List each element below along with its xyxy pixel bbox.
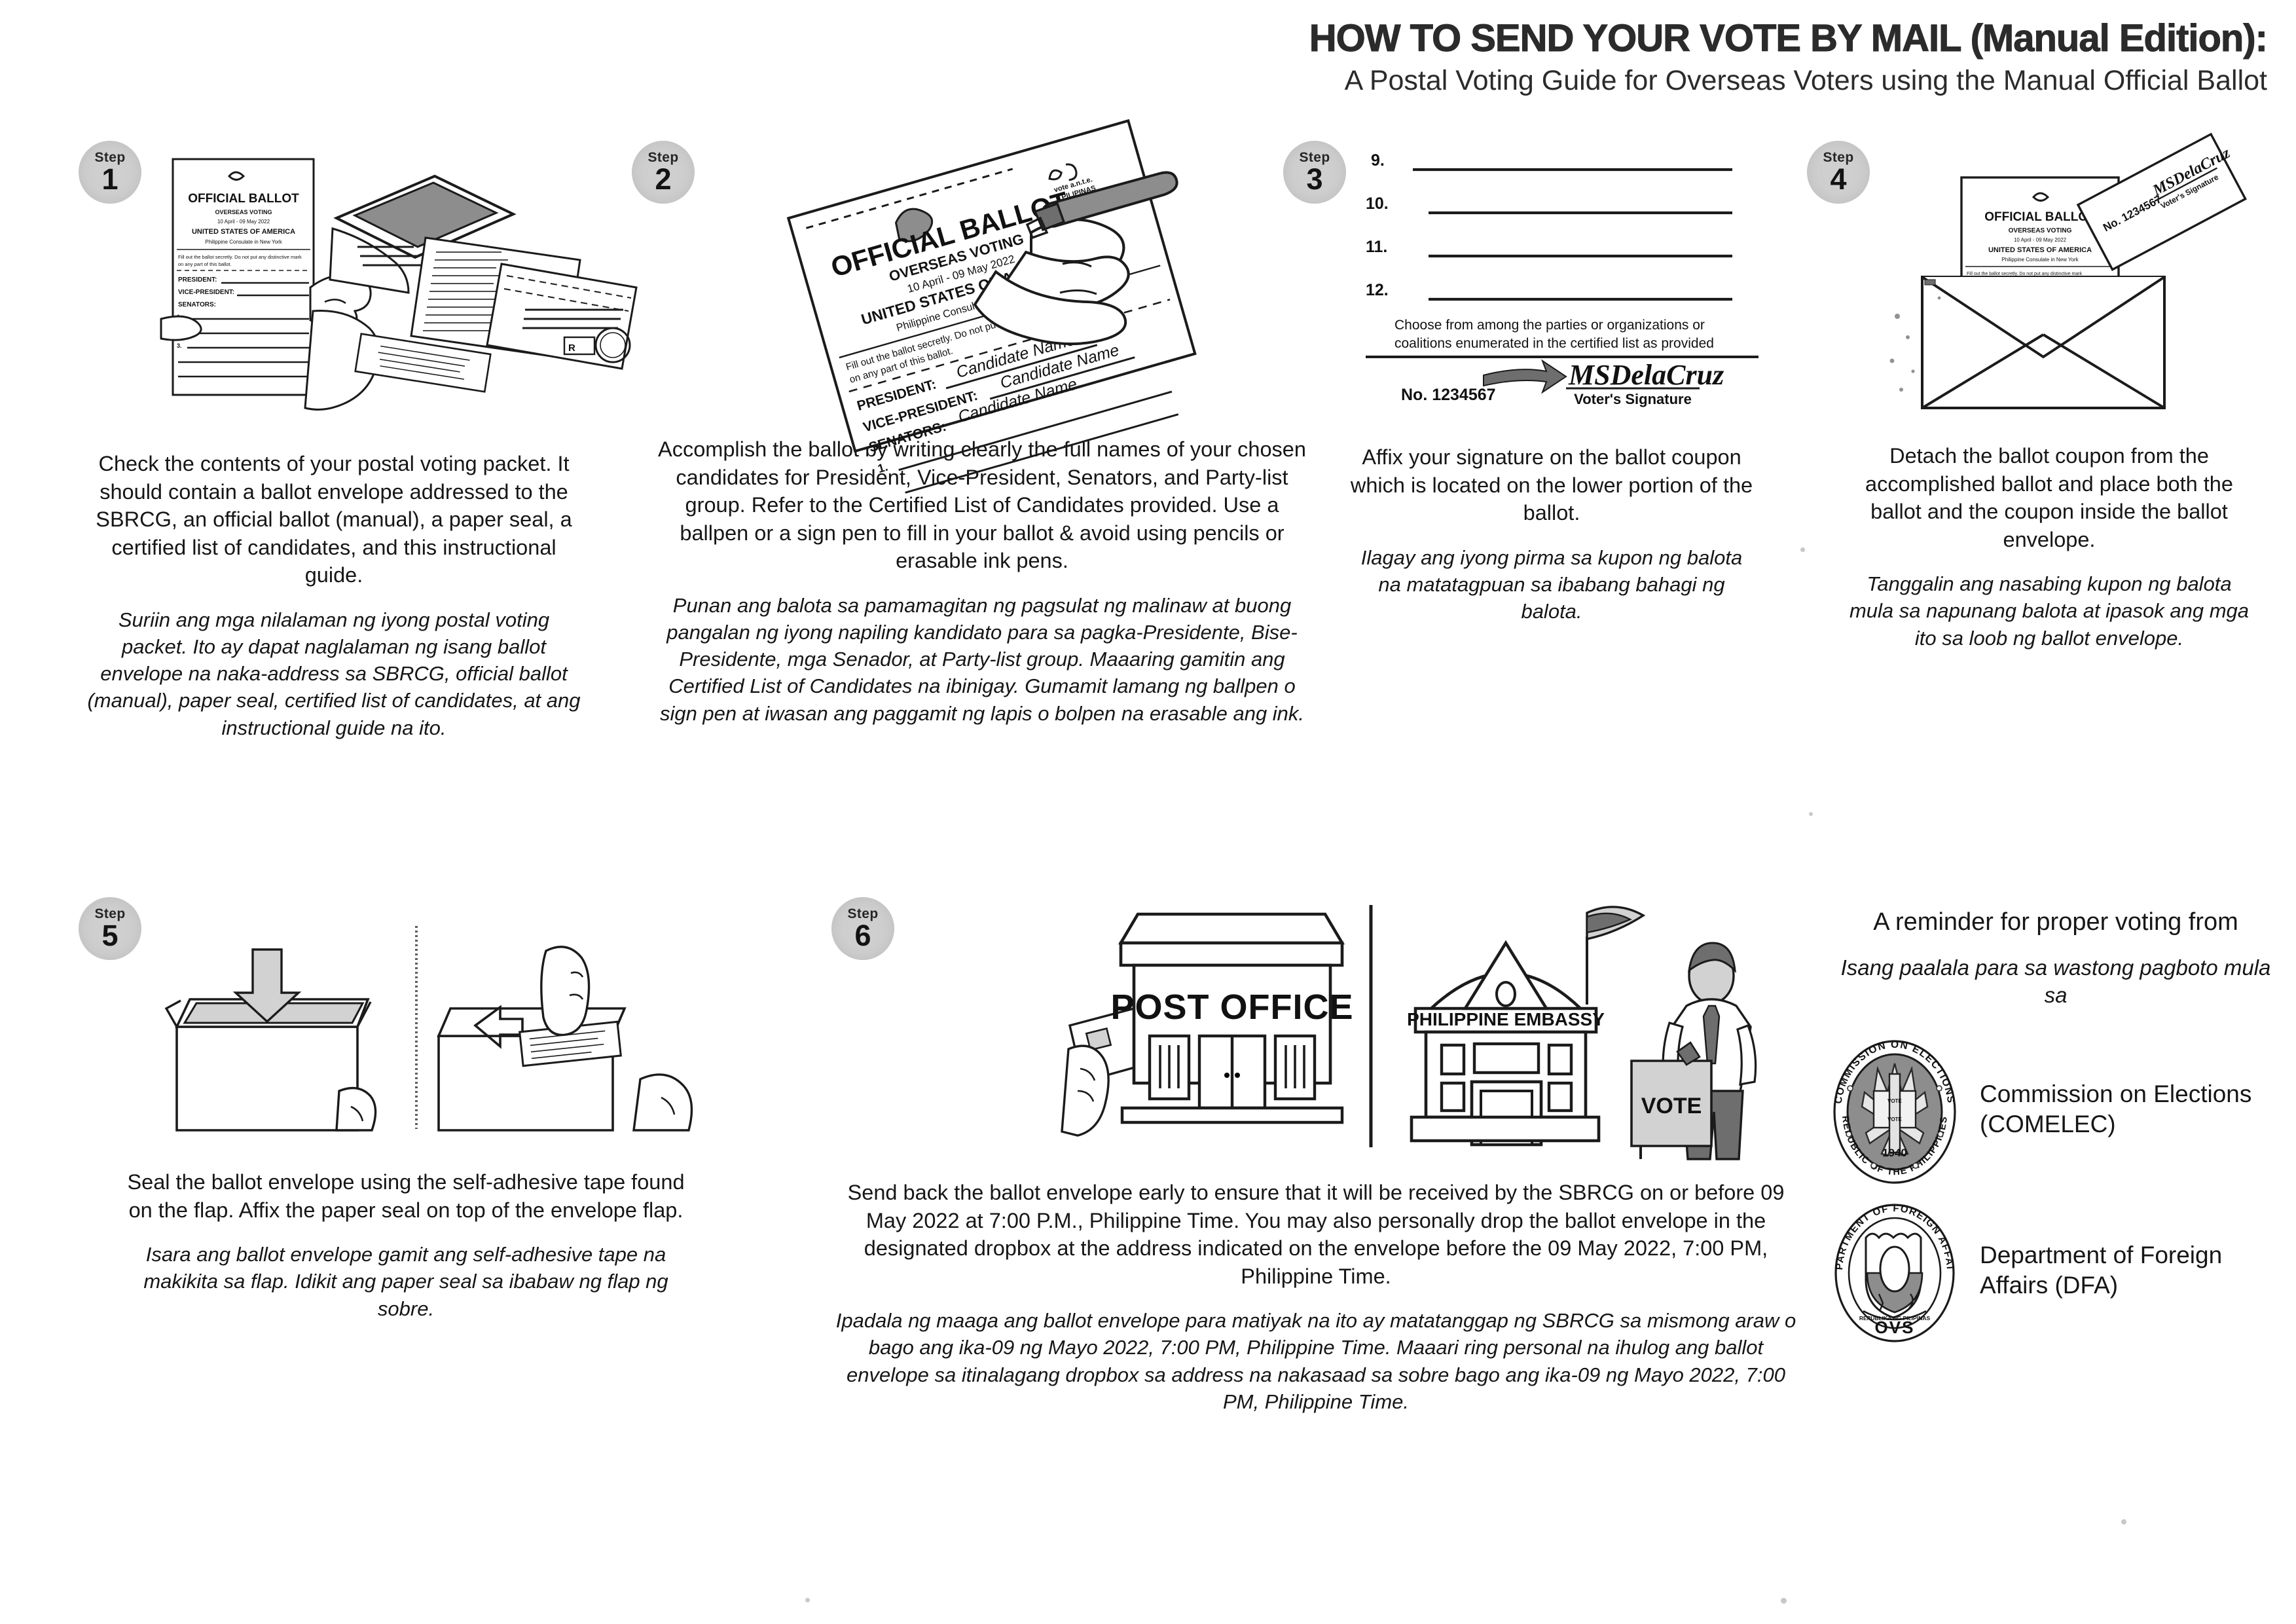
step-caption-tagalog: Punan ang balota sa pamamagitan ng pagsu… (659, 593, 1305, 725)
svg-text:SENATORS:: SENATORS: (178, 301, 216, 308)
svg-text:VOTE: VOTE (1887, 1098, 1902, 1104)
dfa-seal-inner-text: REPUBLIKA NG PILIPINAS (1859, 1315, 1931, 1321)
step-badge-5: Step 5 (79, 897, 141, 960)
svg-text:Philippine Consulate in New Yo: Philippine Consulate in New York (205, 239, 282, 245)
comelec-label: Commission on Elections (COMELEC) (1980, 1080, 2252, 1137)
svg-text:UNITED STATES OF AMERICA: UNITED STATES OF AMERICA (192, 228, 295, 236)
step-caption-english: Seal the ballot envelope using the self-… (127, 1170, 685, 1222)
coupon-row-label: 10. (1366, 194, 1389, 213)
svg-text:VOTE: VOTE (1887, 1116, 1902, 1122)
step-card-5: Step 5 Seal the ballot envelope using th… (79, 897, 746, 1322)
illustration-step-4: OFFICIAL BALLOT OVERSEAS VOTING 10 April… (1883, 132, 2276, 416)
svg-text:Voter's Signature: Voter's Signature (1574, 391, 1692, 407)
embassy-sign: PHILIPPINE EMBASSY (1407, 1009, 1605, 1029)
coupon-number: No. 1234567 (1401, 386, 1496, 404)
svg-text:VICE-PRESIDENT:: VICE-PRESIDENT: (178, 289, 234, 296)
step-caption-tagalog: Ilagay ang iyong pirma sa kupon ng balot… (1360, 545, 1743, 623)
step-card-6: Step 6 POST OFFICE PHILIPPINE EMBASSY VO… (831, 897, 1813, 1415)
coupon-row-label: 11. (1366, 238, 1387, 256)
scan-speck (1809, 812, 1813, 816)
svg-text:UNITED STATES OF AMERICA: UNITED STATES OF AMERICA (1988, 246, 2092, 254)
step-caption-english: Detach the ballot coupon from the accomp… (1865, 444, 2233, 551)
svg-text:R: R (568, 342, 575, 354)
comelec-seal-icon: COMMISSION ON ELECTIONS REPUBLIC OF THE … (1827, 1035, 1963, 1184)
step-caption-english: Affix your signature on the ballot coupo… (1350, 445, 1753, 525)
step-badge-6: Step 6 (831, 897, 894, 960)
svg-text:OVERSEAS VOTING: OVERSEAS VOTING (2009, 227, 2072, 234)
reminder-block: A reminder for proper voting from Isang … (1823, 907, 2285, 1342)
step-card-4: Step 4 OFFICIAL BALLOT OVERSEAS VOTING 1… (1807, 132, 2291, 652)
svg-text:10 April - 09 May 2022: 10 April - 09 May 2022 (217, 219, 270, 225)
dfa-label: Department of Foreign Affairs (DFA) (1980, 1241, 2223, 1299)
page-header: HOW TO SEND YOUR VOTE BY MAIL (Manual Ed… (982, 17, 2268, 97)
illustration-step-6: POST OFFICE PHILIPPINE EMBASSY VOTE (1061, 897, 1798, 1160)
svg-text:PRESIDENT:: PRESIDENT: (178, 276, 217, 284)
svg-text:OVERSEAS VOTING: OVERSEAS VOTING (215, 209, 272, 215)
svg-text:Fill out the ballot secretly.: Fill out the ballot secretly. Do not put… (1967, 272, 2083, 276)
step-caption-english: Accomplish the ballot by writing clearly… (658, 437, 1306, 573)
scan-speck (2121, 1519, 2126, 1524)
organization-comelec: COMMISSION ON ELECTIONS REPUBLIC OF THE … (1827, 1035, 2285, 1184)
reminder-heading-tagalog: Isang paalala para sa wastong pagboto mu… (1840, 955, 2271, 1007)
svg-text:Choose from among the parties: Choose from among the parties or organiz… (1394, 318, 1705, 333)
step-badge-3: Step 3 (1283, 141, 1346, 204)
comelec-seal-year: 1940 (1882, 1147, 1907, 1159)
illustration-step-1: OFFICIAL BALLOT OVERSEAS VOTING 10 April… (160, 147, 646, 422)
step-card-2: Step 2 OFFICIAL BALLOT OVERSEAS VOTING 1… (632, 119, 1339, 727)
reminder-heading: A reminder for proper voting from (1873, 908, 2238, 936)
step-badge-number: 2 (655, 162, 672, 196)
step-caption-tagalog: Suriin ang mga nilalaman ng iyong postal… (87, 608, 581, 739)
coupon-row-label: 12. (1366, 281, 1389, 299)
step-caption-5: Seal the ballot envelope using the self-… (118, 1168, 694, 1322)
vote-placard: VOTE (1641, 1094, 1702, 1118)
step-caption-2: Accomplish the ballot by writing clearly… (651, 435, 1313, 727)
step-caption-tagalog: Tanggalin ang nasabing kupon ng balota m… (1849, 572, 2250, 650)
step-badge-number: 6 (854, 918, 871, 952)
svg-text:OFFICIAL BALLOT: OFFICIAL BALLOT (1984, 210, 2096, 224)
step-caption-tagalog: Ipadala ng maaga ang ballot envelope par… (835, 1309, 1796, 1413)
coupon-row-label: 9. (1371, 151, 1385, 170)
page-subtitle: A Postal Voting Guide for Overseas Voter… (1344, 65, 2267, 97)
step-caption-english: Send back the ballot envelope early to e… (847, 1181, 1785, 1288)
step-badge-number: 4 (1830, 162, 1847, 196)
step-badge-4: Step 4 (1807, 141, 1870, 204)
svg-text:3.: 3. (177, 342, 182, 349)
illustration-step-2: OFFICIAL BALLOT OVERSEAS VOTING 10 April… (767, 119, 1251, 494)
step-badge-1: Step 1 (79, 141, 141, 204)
step-badge-number: 5 (101, 918, 118, 952)
step-caption-3: Affix your signature on the ballot coupo… (1349, 443, 1755, 625)
step-caption-english: Check the contents of your postal voting… (96, 452, 572, 587)
dfa-seal-icon: DEPARTMENT OF FOREIGN AFFAIRS OVS REPUBL… (1823, 1191, 1963, 1342)
svg-text:OFFICIAL BALLOT: OFFICIAL BALLOT (188, 192, 299, 206)
post-office-sign: POST OFFICE (1110, 987, 1353, 1027)
svg-text:Fill out the ballot secretly.: Fill out the ballot secretly. Do not put… (178, 254, 302, 260)
svg-text:Philippine Consulate in New Yo: Philippine Consulate in New York (2001, 257, 2079, 263)
scan-speck (1800, 547, 1805, 552)
step-badge-number: 1 (101, 162, 118, 196)
organization-dfa: DEPARTMENT OF FOREIGN AFFAIRS OVS REPUBL… (1823, 1191, 2285, 1342)
step-card-1: Step 1 OFFICIAL BALLOT OVERSEAS VOTING 1… (79, 141, 655, 741)
scan-speck (1781, 1598, 1787, 1604)
svg-text:on any part of this ballot.: on any part of this ballot. (178, 261, 232, 267)
page-title: HOW TO SEND YOUR VOTE BY MAIL (Manual Ed… (1309, 17, 2268, 60)
steps-row-1: Step 1 OFFICIAL BALLOT OVERSEAS VOTING 1… (0, 119, 2296, 861)
step-caption-4: Detach the ballot coupon from the accomp… (1846, 442, 2252, 652)
voter-signature: MSDelaCruz (1568, 359, 1724, 391)
step-caption-6: Send back the ballot envelope early to e… (831, 1179, 1800, 1415)
scan-speck (805, 1598, 810, 1602)
step-badge-number: 3 (1306, 162, 1323, 196)
step-caption-tagalog: Isara ang ballot envelope gamit ang self… (143, 1243, 668, 1320)
step-card-3: Step 3 9. 10. 11. 12. Choose from among … (1283, 141, 1807, 625)
svg-text:coalitions enumerated in the c: coalitions enumerated in the certified l… (1394, 336, 1714, 351)
illustration-step-5 (155, 910, 718, 1133)
svg-text:10 April - 09 May 2022: 10 April - 09 May 2022 (2014, 237, 2067, 243)
step-badge-2: Step 2 (632, 141, 695, 204)
step-caption-1: Check the contents of your postal voting… (85, 450, 583, 741)
illustration-step-3: 9. 10. 11. 12. Choose from among the par… (1366, 150, 1772, 412)
